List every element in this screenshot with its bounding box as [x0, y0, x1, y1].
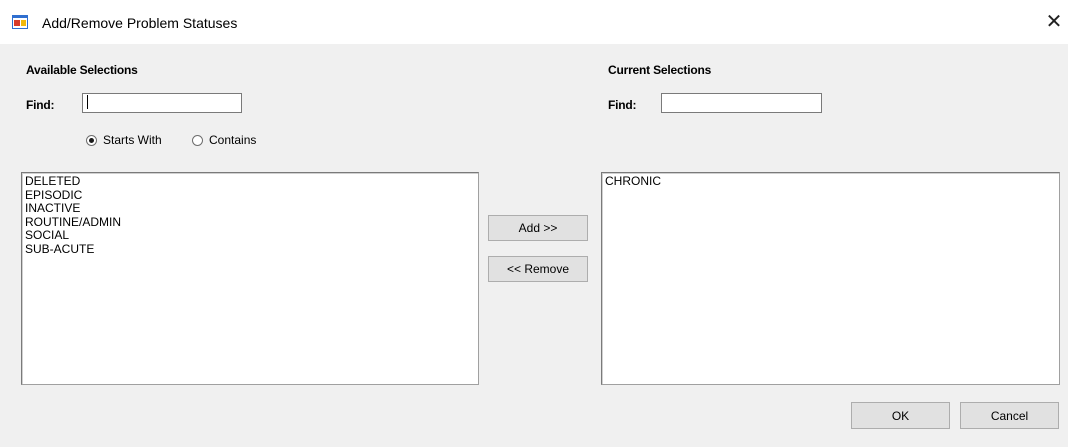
remove-button[interactable]: << Remove	[488, 256, 588, 282]
cancel-button[interactable]: Cancel	[960, 402, 1059, 429]
contains-option[interactable]: Contains	[192, 133, 256, 147]
close-icon[interactable]: ✕	[1040, 8, 1068, 36]
starts-with-radio[interactable]	[86, 134, 97, 146]
contains-radio[interactable]	[192, 134, 203, 146]
text-caret	[87, 95, 88, 109]
available-find-label: Find:	[26, 98, 55, 112]
list-item[interactable]: DELETED	[25, 174, 475, 189]
list-item[interactable]: CHRONIC	[605, 174, 1056, 189]
title-bar: Add/Remove Problem Statuses ✕	[0, 0, 1068, 44]
list-item[interactable]: EPISODIC	[25, 188, 475, 203]
starts-with-label: Starts With	[103, 133, 162, 147]
list-item[interactable]: ROUTINE/ADMIN	[25, 215, 475, 230]
current-listbox[interactable]: CHRONIC	[601, 172, 1060, 385]
app-window-icon	[12, 15, 28, 29]
contains-label: Contains	[209, 133, 257, 147]
available-find-input[interactable]	[82, 93, 242, 113]
list-item[interactable]: SOCIAL	[25, 228, 475, 243]
available-heading: Available Selections	[26, 63, 138, 77]
starts-with-option[interactable]: Starts With	[86, 133, 162, 147]
ok-button[interactable]: OK	[851, 402, 950, 429]
current-heading: Current Selections	[608, 63, 712, 77]
list-item[interactable]: SUB-ACUTE	[25, 242, 475, 257]
window-title: Add/Remove Problem Statuses	[42, 15, 238, 31]
add-button[interactable]: Add >>	[488, 215, 588, 241]
current-find-input[interactable]	[661, 93, 822, 113]
current-find-label: Find:	[608, 98, 637, 112]
available-listbox[interactable]: DELETED EPISODIC INACTIVE ROUTINE/ADMIN …	[21, 172, 479, 385]
list-item[interactable]: INACTIVE	[25, 201, 475, 216]
